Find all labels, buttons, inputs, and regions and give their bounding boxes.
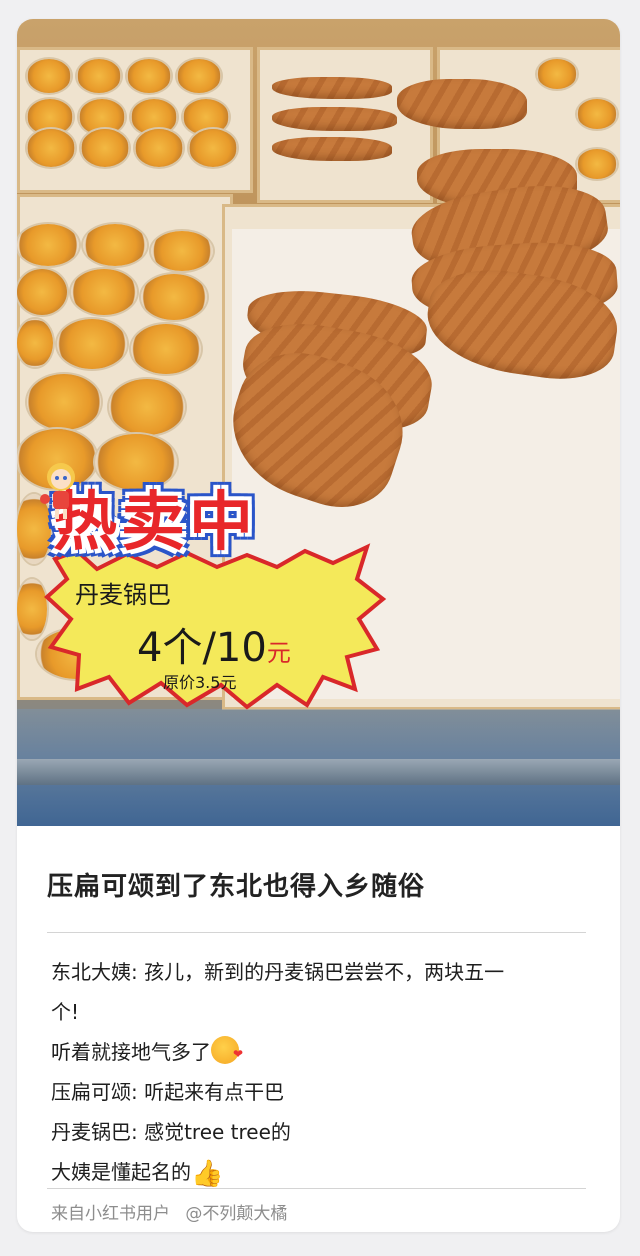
egg-tart — [27, 59, 71, 93]
flat-croissant — [397, 79, 527, 129]
egg-tart — [17, 224, 79, 266]
flat-pastry — [272, 137, 392, 161]
sign-price: 4个/10元 — [137, 615, 291, 673]
egg-tart — [27, 129, 75, 167]
post-card: 热卖中 丹麦锅巴 4个/10元 原价3.5元 压扁可颂到了东北也得入乡随俗 东北… — [17, 19, 620, 1232]
egg-tart — [141, 274, 207, 320]
egg-tart — [135, 129, 183, 167]
egg-tart — [131, 324, 201, 374]
source-label: 来自小红书用户 — [51, 1204, 170, 1224]
egg-tart — [151, 231, 213, 271]
sign-original-price: 原价3.5元 — [163, 673, 237, 692]
egg-tart — [77, 59, 121, 93]
post-content: 压扁可颂到了东北也得入乡随俗 东北大姨: 孩儿，新到的丹麦锅巴尝尝不，两块五一 … — [17, 826, 620, 1232]
egg-tart — [17, 319, 53, 367]
egg-tart — [83, 224, 147, 266]
post-line: 听着就接地气多了 — [51, 1032, 591, 1074]
egg-tart — [109, 379, 185, 435]
footer-divider — [47, 1188, 586, 1189]
post-line-text: 听着就接地气多了 — [51, 1040, 211, 1064]
sign-product-name: 丹麦锅巴 — [75, 581, 171, 609]
post-line-text: 大姨是懂起名的 — [51, 1160, 191, 1184]
egg-tart — [17, 269, 67, 315]
egg-tart — [81, 129, 129, 167]
sign-price-main: 4个/10 — [137, 625, 267, 671]
user-handle-link[interactable]: @不列颠大橘 — [185, 1204, 287, 1224]
display-shelf-edge — [17, 759, 620, 785]
egg-tart — [127, 59, 171, 93]
pastry-small — [577, 99, 617, 129]
flat-pastry — [272, 77, 392, 99]
egg-tart — [71, 269, 137, 315]
price-sign: 热卖中 丹麦锅巴 4个/10元 原价3.5元 — [37, 459, 397, 719]
egg-tart — [27, 374, 101, 430]
sign-price-unit: 元 — [266, 639, 291, 667]
egg-tart — [57, 319, 127, 369]
egg-tart — [189, 129, 237, 167]
post-line: 压扁可颂: 听起来有点干巴 — [51, 1080, 285, 1104]
post-footer: 来自小红书用户 @不列颠大橘 — [51, 1199, 297, 1224]
egg-tart — [177, 59, 221, 93]
post-line: 丹麦锅巴: 感觉tree tree的 — [51, 1120, 291, 1144]
post-line: 个! — [51, 1000, 80, 1024]
pastry-small — [537, 59, 577, 89]
post-body: 东北大姨: 孩儿，新到的丹麦锅巴尝尝不，两块五一 个! 听着就接地气多了 压扁可… — [51, 952, 591, 1194]
post-line: 东北大姨: 孩儿，新到的丹麦锅巴尝尝不，两块五一 — [51, 960, 505, 984]
mascot-icon — [40, 463, 75, 519]
pastry-small — [577, 149, 617, 179]
kiss-face-icon — [211, 1034, 243, 1074]
flat-pastry — [272, 107, 397, 131]
post-title: 压扁可颂到了东北也得入乡随俗 — [47, 872, 426, 902]
post-photo: 热卖中 丹麦锅巴 4个/10元 原价3.5元 — [17, 19, 620, 826]
title-divider — [47, 932, 586, 933]
